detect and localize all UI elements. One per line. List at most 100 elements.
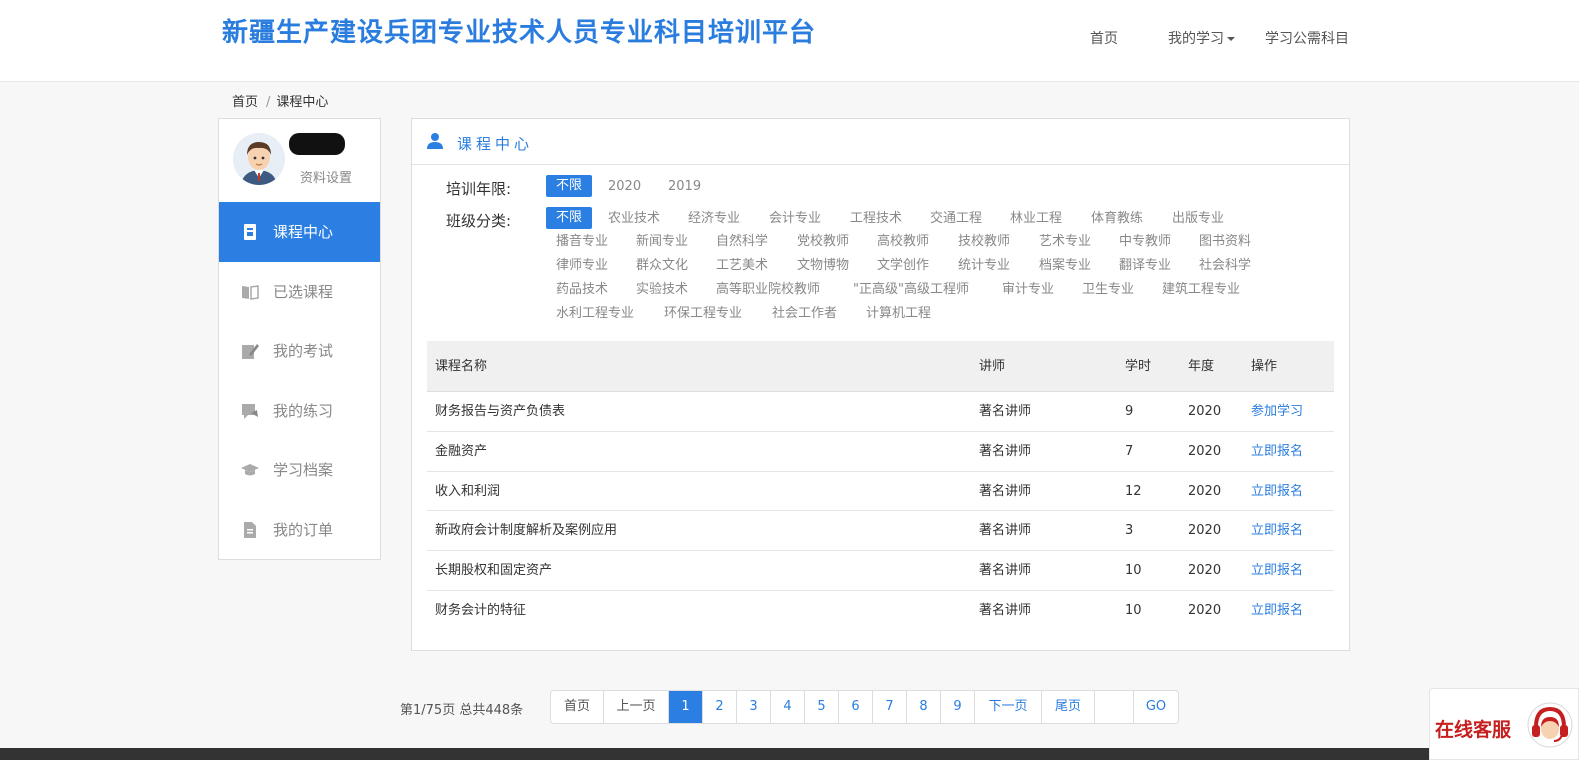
- class-filter-option[interactable]: 律师专业: [556, 255, 608, 277]
- class-filter-option[interactable]: 会计专业: [769, 208, 821, 230]
- class-filter-all[interactable]: 不限: [546, 207, 593, 229]
- year-filter-2019[interactable]: 2019: [668, 176, 701, 198]
- enroll-now-link[interactable]: 立即报名: [1251, 511, 1303, 550]
- sidebar-item-label: 我的练习: [273, 401, 334, 420]
- nav-home[interactable]: 首页: [1090, 28, 1118, 48]
- class-filter-option[interactable]: 经济专业: [688, 208, 740, 230]
- col-header-year: 年度: [1188, 359, 1215, 374]
- nav-public-subjects[interactable]: 学习公需科目: [1265, 28, 1349, 48]
- class-filter-option[interactable]: 文学创作: [877, 255, 929, 277]
- nav-my-study[interactable]: 我的学习: [1168, 28, 1235, 48]
- table-row: 财务报告与资产负债表 著名讲师 9 2020 参加学习: [427, 392, 1334, 432]
- class-filter-option[interactable]: 图书资料: [1199, 231, 1251, 253]
- year-filter-2020[interactable]: 2020: [608, 176, 641, 198]
- class-filter-option[interactable]: 环保工程专业: [664, 303, 742, 325]
- page-jump-input[interactable]: [1095, 691, 1134, 723]
- class-filter-option[interactable]: 自然科学: [716, 231, 768, 253]
- sidebar-item-study-records[interactable]: 学习档案: [219, 440, 380, 500]
- page-go-button[interactable]: GO: [1134, 691, 1178, 723]
- page-first-button[interactable]: 首页: [551, 691, 604, 723]
- class-filter-option[interactable]: 社会科学: [1199, 255, 1251, 277]
- class-filter-option[interactable]: 艺术专业: [1039, 231, 1091, 253]
- page-button-8[interactable]: 8: [907, 691, 941, 723]
- enroll-now-link[interactable]: 立即报名: [1251, 551, 1303, 590]
- page-button-2[interactable]: 2: [703, 691, 737, 723]
- class-filter-option[interactable]: 农业技术: [608, 208, 660, 230]
- year-filter-all[interactable]: 不限: [546, 175, 593, 197]
- class-filter-option[interactable]: 文物博物: [797, 255, 849, 277]
- class-filter-option[interactable]: 计算机工程: [866, 303, 931, 325]
- page-button-4[interactable]: 4: [771, 691, 805, 723]
- page-button-1[interactable]: 1: [669, 691, 703, 723]
- page-prev-button[interactable]: 上一页: [604, 691, 669, 723]
- open-book-icon: [242, 284, 259, 300]
- course-year: 2020: [1188, 483, 1222, 499]
- site-title[interactable]: 新疆生产建设兵团专业技术人员专业科目培训平台: [222, 12, 816, 49]
- sidebar-item-my-orders[interactable]: 我的订单: [219, 500, 380, 560]
- nav-my-study-label: 我的学习: [1168, 31, 1224, 47]
- sidebar-item-my-exams[interactable]: 我的考试: [219, 321, 380, 381]
- enroll-now-link[interactable]: 立即报名: [1251, 432, 1303, 471]
- course-hours: 7: [1125, 443, 1134, 459]
- join-study-link[interactable]: 参加学习: [1251, 392, 1303, 431]
- table-header: 课程名称 讲师 学时 年度 操作: [427, 341, 1334, 392]
- class-filter-option[interactable]: 档案专业: [1039, 255, 1091, 277]
- class-filter-option[interactable]: 工程技术: [850, 208, 902, 230]
- class-filter-option[interactable]: 卫生专业: [1082, 279, 1134, 301]
- profile-box: 资料设置: [219, 119, 380, 202]
- class-filter-option[interactable]: 审计专业: [1002, 279, 1054, 301]
- class-filter-label: 班级分类:: [446, 212, 512, 230]
- class-filter-option[interactable]: 体育教练: [1091, 208, 1143, 230]
- class-filter-option[interactable]: 实验技术: [636, 279, 688, 301]
- class-filter-option[interactable]: 高等职业院校教师: [716, 279, 820, 301]
- course-hours: 3: [1125, 523, 1134, 539]
- sidebar-item-selected-courses[interactable]: 已选课程: [219, 262, 380, 322]
- class-filter-option[interactable]: 高校教师: [877, 231, 929, 253]
- class-filter-option[interactable]: "正高级"高级工程师: [853, 279, 969, 301]
- class-filter-option[interactable]: 林业工程: [1010, 208, 1062, 230]
- class-filter-option[interactable]: 中专教师: [1119, 231, 1171, 253]
- course-year: 2020: [1188, 602, 1222, 618]
- class-filter-option[interactable]: 党校教师: [797, 231, 849, 253]
- class-filter-option[interactable]: 技校教师: [958, 231, 1010, 253]
- course-year: 2020: [1188, 563, 1222, 579]
- sidebar-item-label: 我的订单: [273, 520, 334, 539]
- course-table: 课程名称 讲师 学时 年度 操作 财务报告与资产负债表 著名讲师 9 2020 …: [427, 341, 1334, 631]
- profile-settings-link[interactable]: 资料设置: [300, 167, 352, 186]
- class-filter-option[interactable]: 药品技术: [556, 279, 608, 301]
- page-next-button[interactable]: 下一页: [975, 691, 1042, 723]
- course-hours: 10: [1125, 563, 1142, 579]
- breadcrumb-home[interactable]: 首页: [232, 95, 258, 110]
- enroll-now-link[interactable]: 立即报名: [1251, 472, 1303, 511]
- page-last-button[interactable]: 尾页: [1042, 691, 1095, 723]
- enroll-now-link[interactable]: 立即报名: [1251, 591, 1303, 630]
- class-filter-option[interactable]: 新闻专业: [636, 231, 688, 253]
- page-button-7[interactable]: 7: [873, 691, 907, 723]
- class-filter-option[interactable]: 交通工程: [930, 208, 982, 230]
- avatar[interactable]: [233, 133, 285, 185]
- sidebar-item-label: 学习档案: [273, 461, 334, 479]
- course-hours: 12: [1125, 483, 1142, 499]
- headset-support-icon: [1527, 702, 1573, 748]
- class-filter-option[interactable]: 播音专业: [556, 231, 608, 253]
- class-filter-option[interactable]: 统计专业: [958, 255, 1010, 277]
- page-button-3[interactable]: 3: [737, 691, 771, 723]
- class-filter-option[interactable]: 出版专业: [1172, 208, 1224, 230]
- sidebar-item-course-center[interactable]: 课程中心: [219, 202, 380, 262]
- page-button-6[interactable]: 6: [839, 691, 873, 723]
- class-filter-option[interactable]: 建筑工程专业: [1162, 279, 1240, 301]
- course-hours: 10: [1125, 602, 1142, 618]
- sidebar-item-my-practice[interactable]: 我的练习: [219, 381, 380, 441]
- course-name: 长期股权和固定资产: [435, 563, 553, 579]
- class-filter-option[interactable]: 工艺美术: [716, 255, 768, 277]
- class-filter-option[interactable]: 社会工作者: [772, 303, 837, 325]
- class-filter-option[interactable]: 群众文化: [636, 255, 688, 277]
- online-support-widget[interactable]: 在线客服: [1429, 688, 1579, 760]
- page-button-9[interactable]: 9: [941, 691, 975, 723]
- course-name: 财务报告与资产负债表: [435, 404, 566, 419]
- class-filter-option[interactable]: 翻译专业: [1119, 255, 1171, 277]
- breadcrumb-current: 课程中心: [276, 95, 329, 110]
- sidebar: 资料设置 课程中心 已选课程 我的考试 我的练习 学习档案 我的订单: [218, 118, 381, 560]
- page-button-5[interactable]: 5: [805, 691, 839, 723]
- class-filter-option[interactable]: 水利工程专业: [556, 303, 634, 325]
